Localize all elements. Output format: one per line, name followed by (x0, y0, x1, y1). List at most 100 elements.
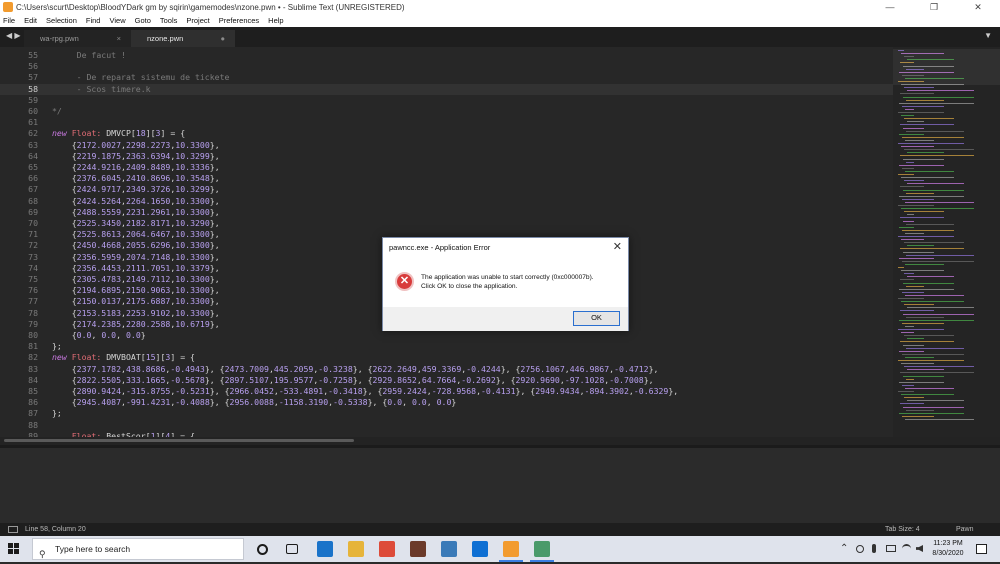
battery-icon[interactable] (886, 545, 896, 552)
minimap-line (902, 384, 914, 386)
code-line[interactable]: 63 {2172.0027,2298.2273,10.3300}, (0, 140, 893, 151)
menu-find[interactable]: Find (86, 16, 101, 25)
syntax-selector[interactable]: Pawn (956, 523, 974, 536)
line-number: 59 (28, 94, 38, 105)
line-number: 63 (28, 139, 38, 150)
code-line[interactable]: 59 (0, 95, 893, 106)
menu-goto[interactable]: Goto (135, 16, 151, 25)
code-line[interactable]: 68 {2424.5264,2264.1650,10.3300}, (0, 196, 893, 207)
photos-icon[interactable] (317, 541, 333, 557)
code-line[interactable]: 82 new Float: DMVBOAT[15][3] = { (0, 352, 893, 363)
minimap-line (906, 254, 974, 256)
file-explorer-icon[interactable] (348, 541, 364, 557)
menu-view[interactable]: View (109, 16, 125, 25)
scrollbar-thumb[interactable] (4, 439, 354, 442)
tab-nzone[interactable]: nzone.pwn ● (131, 30, 235, 47)
sublime-text-icon[interactable] (499, 541, 523, 562)
onedrive-icon[interactable] (856, 545, 864, 553)
menu-edit[interactable]: Edit (24, 16, 37, 25)
taskbar-search-box[interactable]: ⚲ Type here to search (32, 538, 244, 560)
code-line[interactable]: 61 (0, 117, 893, 128)
code-line[interactable]: 80 {0.0, 0.0, 0.0} (0, 330, 893, 341)
code-line[interactable]: 85 {2890.9424,-315.8755,-0.5231}, {2966.… (0, 386, 893, 397)
line-code: {2525.8613,2064.6467,10.3300}, (52, 229, 220, 240)
minimap-line (899, 102, 974, 104)
app-window-icon[interactable] (530, 541, 554, 562)
minimap-line (903, 282, 954, 284)
minimap-line (907, 307, 974, 309)
taskbar-clock[interactable]: 11:23 PM 8/30/2020 (928, 539, 968, 559)
menu-selection[interactable]: Selection (46, 16, 77, 25)
menu-file[interactable]: File (3, 16, 15, 25)
code-line[interactable]: 83 {2377.1782,438.8686,-0.4943}, {2473.7… (0, 364, 893, 375)
code-line[interactable]: 81}; (0, 341, 893, 352)
line-code: */ (52, 106, 62, 116)
tab-size-selector[interactable]: Tab Size: 4 (885, 523, 920, 536)
cortana-icon[interactable] (257, 544, 268, 555)
minimap-line (903, 96, 974, 98)
windows-logo-icon (14, 543, 19, 548)
clock-date: 8/30/2020 (932, 550, 964, 557)
minimap-line (898, 329, 944, 330)
code-line[interactable]: 57 - De reparat sistemu de tickete (0, 72, 893, 83)
tab-wa-rpg[interactable]: wa-rpg.pwn × (24, 30, 131, 47)
volume-icon[interactable] (916, 545, 923, 552)
line-number: 76 (28, 285, 38, 296)
menu-help[interactable]: Help (268, 16, 283, 25)
start-button[interactable] (8, 543, 20, 555)
minimap[interactable] (893, 47, 1000, 437)
code-line[interactable]: 88 (0, 420, 893, 431)
code-line[interactable]: 87}; (0, 408, 893, 419)
tab-dropdown-icon[interactable]: ▼ (984, 31, 992, 40)
minimize-button[interactable]: — (868, 0, 912, 14)
code-line[interactable]: 62 new Float: DMVCP[18][3] = { (0, 128, 893, 139)
menu-preferences[interactable]: Preferences (219, 16, 259, 25)
minimap-line (899, 288, 954, 290)
notification-center-icon[interactable] (976, 544, 987, 554)
microphone-icon[interactable] (872, 544, 876, 553)
dialog-close-button[interactable]: ✕ (613, 240, 622, 253)
minimap-line (902, 167, 914, 169)
minimap-line (901, 301, 964, 303)
code-line[interactable]: 86 {2945.4087,-991.4231,-0.4088}, {2956.… (0, 397, 893, 408)
minimap-line (904, 87, 934, 89)
tray-expand-icon[interactable]: ⌃ (840, 543, 848, 554)
code-line[interactable]: 56 (0, 61, 893, 72)
tab-nav-arrows[interactable]: ◀ ▶ (6, 31, 21, 40)
wifi-icon[interactable] (902, 544, 911, 553)
line-number: 83 (28, 363, 38, 374)
code-line[interactable]: 67 {2424.9717,2349.3726,10.3299}, (0, 184, 893, 195)
minimap-viewport[interactable] (893, 49, 1000, 85)
code-line[interactable]: 58 - Scos timere.k (0, 83, 893, 95)
code-line[interactable]: 64 {2219.1875,2363.6394,10.3299}, (0, 151, 893, 162)
line-code: {2424.5264,2264.1650,10.3300}, (52, 195, 220, 206)
line-code: {2450.4668,2055.6296,10.3300}, (52, 240, 220, 251)
ok-button[interactable]: OK (573, 311, 620, 326)
minimap-line (905, 139, 934, 141)
code-line[interactable]: 70 {2525.3450,2182.8171,10.3290}, (0, 218, 893, 229)
code-line[interactable]: 66 {2376.6045,2410.8696,10.3548}, (0, 173, 893, 184)
menu-tools[interactable]: Tools (160, 16, 178, 25)
teamviewer-icon[interactable] (472, 541, 488, 557)
minimap-line (900, 217, 944, 219)
line-number: 56 (28, 61, 38, 72)
menu-project[interactable]: Project (186, 16, 209, 25)
code-line[interactable]: 65 {2244.9216,2409.8489,10.3336}, (0, 162, 893, 173)
horizontal-scrollbar[interactable] (0, 437, 1000, 445)
line-number: 73 (28, 251, 38, 262)
code-line[interactable]: 60 */ (0, 106, 893, 117)
game-icon[interactable] (410, 541, 426, 557)
line-code: {2822.5505,333.1665,-0.5678}, {2897.5107… (52, 374, 654, 385)
chrome-icon[interactable] (379, 541, 395, 557)
maximize-button[interactable]: ❐ (912, 0, 956, 14)
code-line[interactable]: 55 De facut ! (0, 50, 893, 61)
code-line[interactable]: 69 {2488.5559,2231.2961,10.3300}, (0, 207, 893, 218)
task-view-icon[interactable] (286, 544, 298, 554)
network-app-icon[interactable] (441, 541, 457, 557)
code-line[interactable]: 84 {2822.5505,333.1665,-0.5678}, {2897.5… (0, 375, 893, 386)
minimap-line (907, 338, 924, 340)
close-window-button[interactable]: ✕ (956, 0, 1000, 14)
panel-toggle-icon[interactable] (8, 526, 18, 533)
tab-close-icon[interactable]: × (117, 30, 121, 47)
unsaved-dot-icon[interactable]: ● (220, 30, 225, 47)
